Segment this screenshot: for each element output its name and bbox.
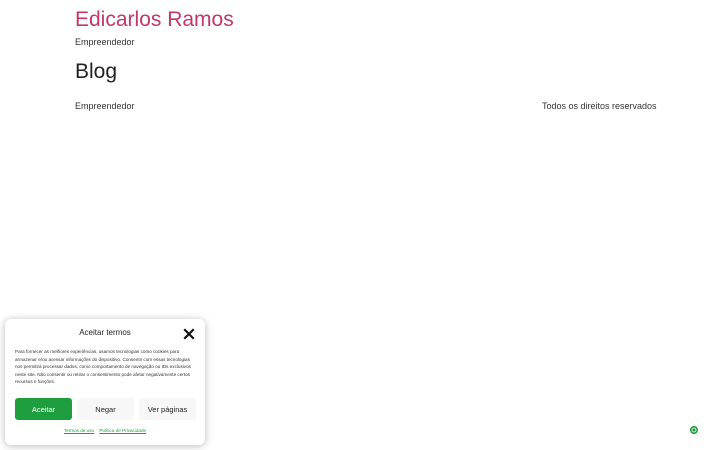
consent-message: Para fornecer as melhores experiências, … xyxy=(15,349,191,384)
terms-link[interactable]: Termos de uso xyxy=(64,428,94,433)
privacy-policy-link[interactable]: Política de Privacidade xyxy=(99,428,146,433)
footer-tagline: Empreendedor xyxy=(75,101,135,111)
page-title: Blog xyxy=(75,60,118,83)
site-tagline: Empreendedor xyxy=(75,37,135,47)
accept-button[interactable]: Aceitar xyxy=(15,398,72,420)
consent-links: Termos de uso Política de Privacidade xyxy=(5,427,205,435)
site-title[interactable]: Edicarlos Ramos xyxy=(75,5,234,35)
close-icon[interactable] xyxy=(183,327,195,340)
manage-consent-icon[interactable] xyxy=(690,426,698,434)
consent-title: Aceitar termos xyxy=(79,328,131,337)
footer-copyright: Todos os direitos reservados xyxy=(542,101,657,111)
cookie-consent-banner: Aceitar termos Para fornecer as melhores… xyxy=(5,319,205,445)
view-preferences-button[interactable]: Ver páginas xyxy=(139,398,196,420)
deny-button[interactable]: Negar xyxy=(77,398,134,420)
page: Edicarlos Ramos Empreendedor Blog Empree… xyxy=(0,0,720,450)
